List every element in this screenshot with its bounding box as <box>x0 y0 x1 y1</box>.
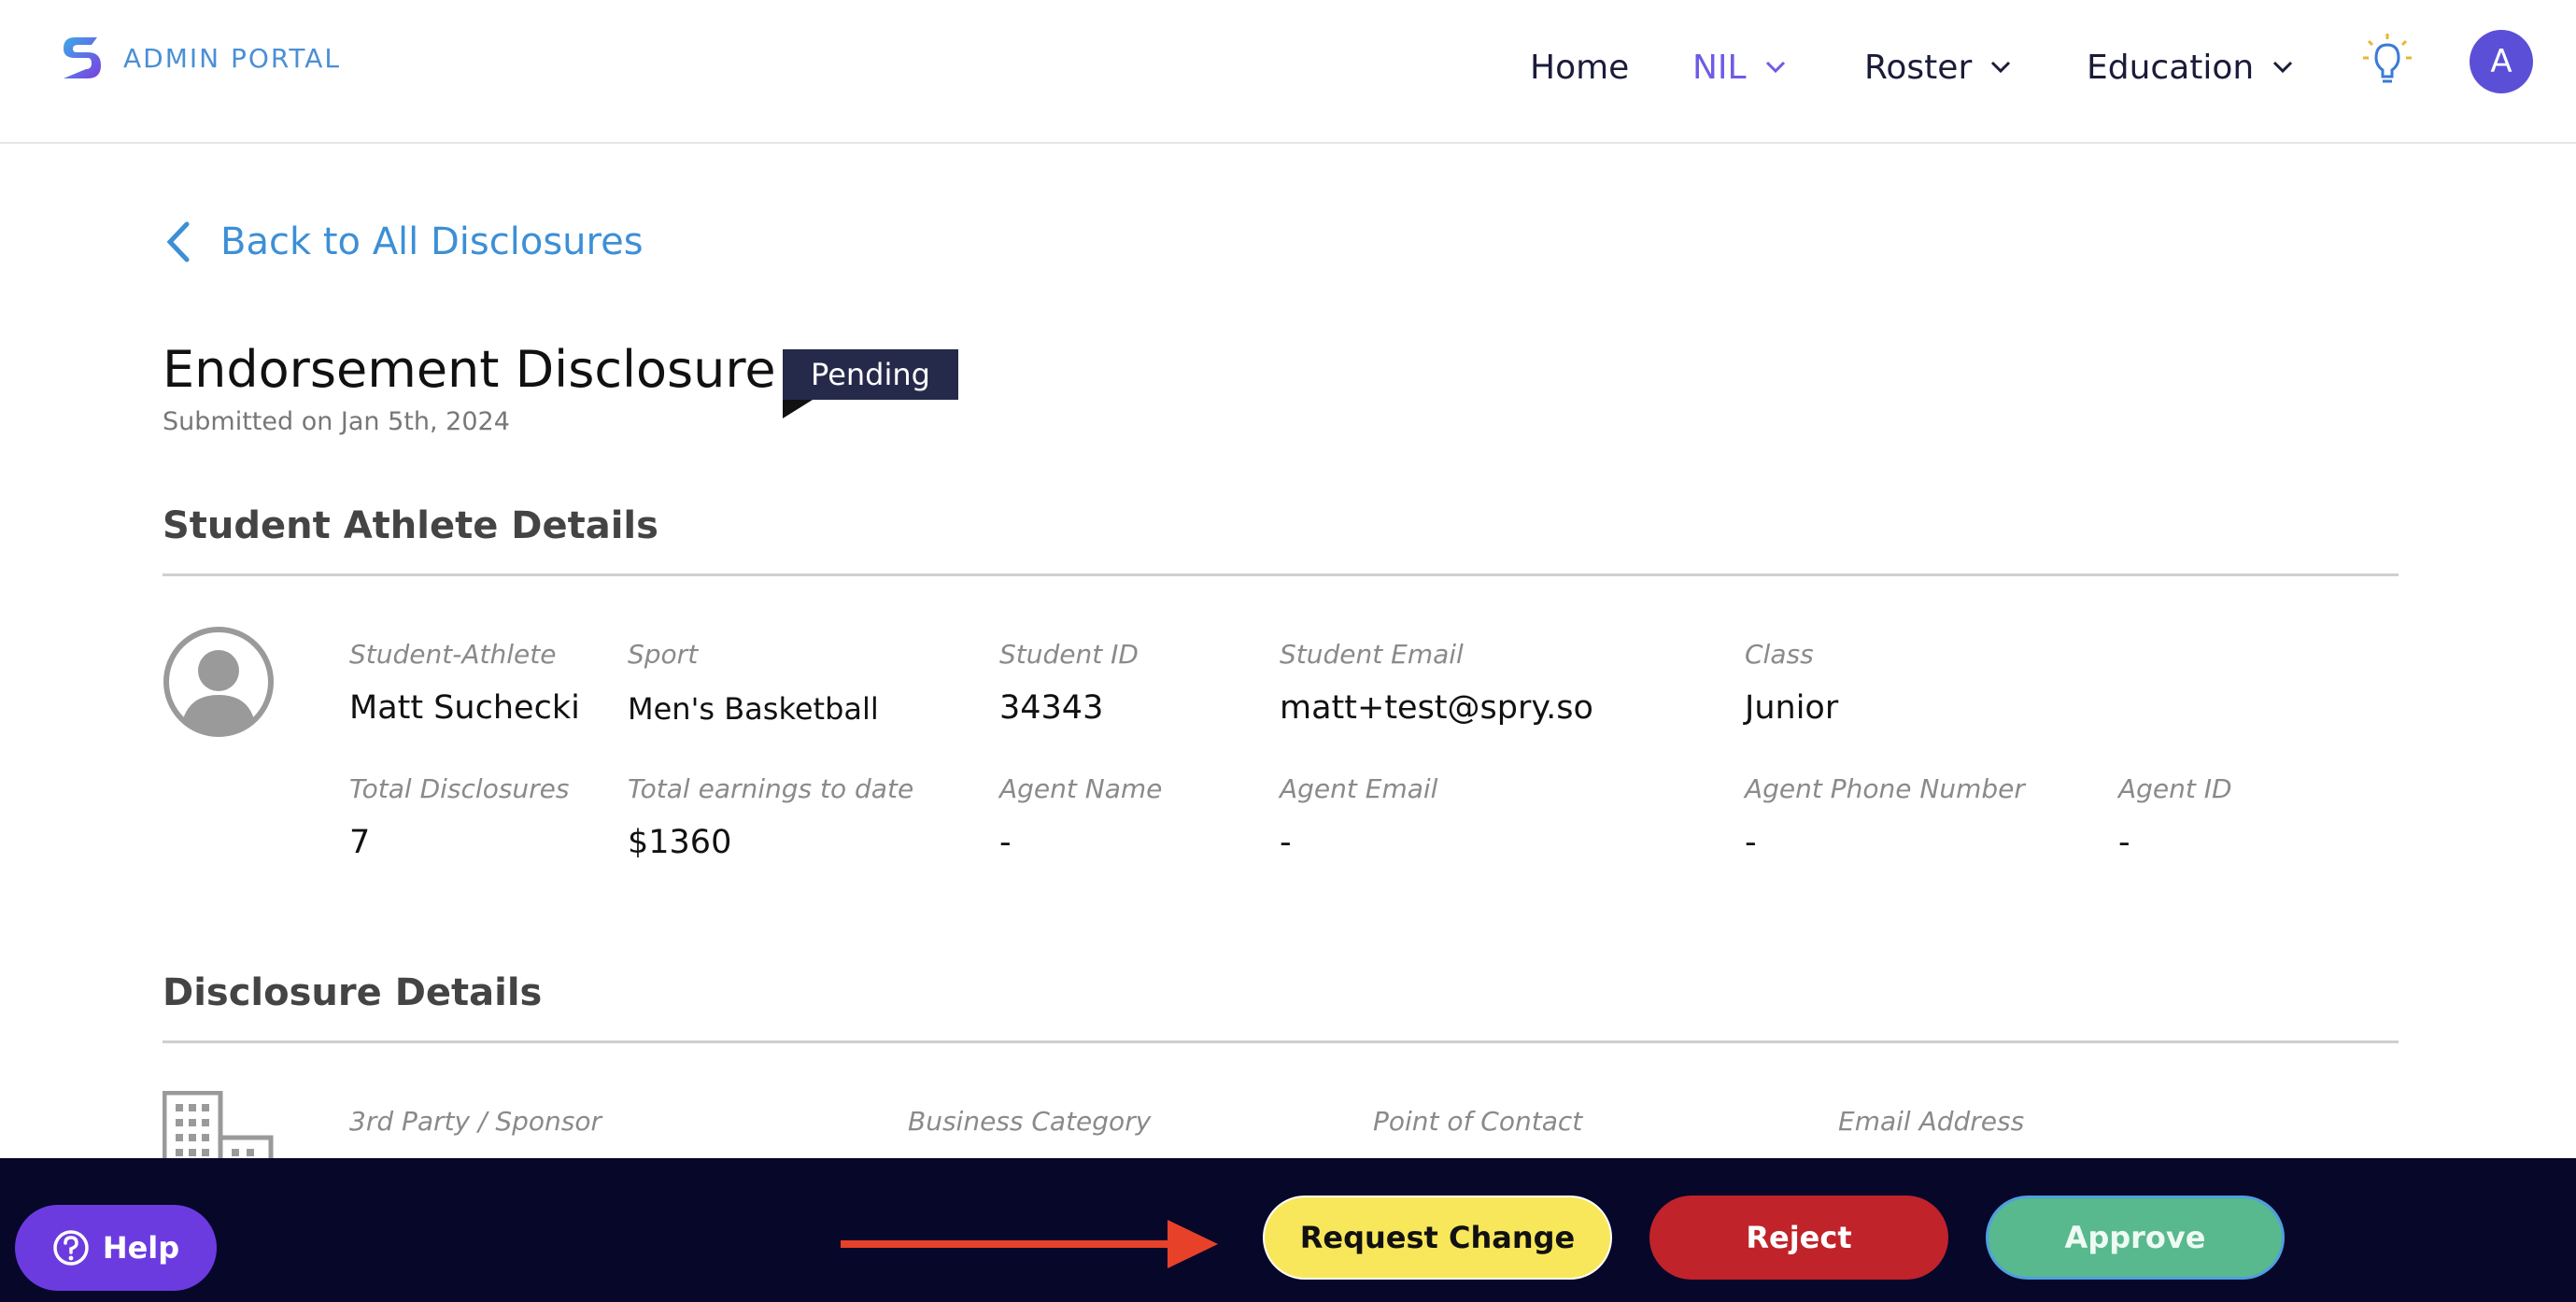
section-divider <box>163 573 2399 576</box>
lightbulb-icon[interactable] <box>2357 32 2417 92</box>
field-value-student-email: matt+test@spry.so <box>1280 689 1593 727</box>
field-value-sport: Men's Basketball <box>628 691 879 727</box>
field-value-class: Junior <box>1745 689 1839 727</box>
status-badge: Pending <box>783 349 958 400</box>
disclosure-details-section-title: Disclosure Details <box>163 971 543 1014</box>
field-label-student-athlete: Student-Athlete <box>349 639 557 670</box>
help-button[interactable]: Help <box>15 1205 217 1291</box>
nav-roster-label: Roster <box>1864 48 1973 87</box>
field-label-email-address: Email Address <box>1838 1106 2025 1137</box>
chevron-down-icon <box>1991 61 2011 74</box>
chevron-down-icon <box>2273 61 2293 74</box>
field-label-agent-email: Agent Email <box>1280 773 1438 804</box>
help-label: Help <box>102 1230 180 1266</box>
arrow-right-icon <box>841 1220 1218 1268</box>
field-label-point-of-contact: Point of Contact <box>1373 1106 1583 1137</box>
building-icon <box>163 1091 274 1158</box>
field-label-student-email: Student Email <box>1280 639 1464 670</box>
student-athlete-section-title: Student Athlete Details <box>163 504 658 547</box>
nav-nil[interactable]: NIL <box>1692 45 1786 90</box>
submitted-date: Submitted on Jan 5th, 2024 <box>163 407 510 436</box>
user-avatar-icon <box>163 627 274 737</box>
nav-home-label: Home <box>1530 48 1630 87</box>
field-label-total-earnings: Total earnings to date <box>628 773 914 804</box>
field-label-business-category: Business Category <box>908 1106 1152 1137</box>
chevron-left-icon <box>166 221 190 262</box>
nav-home[interactable]: Home <box>1530 45 1629 90</box>
field-label-sponsor: 3rd Party / Sponsor <box>349 1106 602 1137</box>
field-value-agent-id: - <box>2118 824 2130 861</box>
field-label-class: Class <box>1745 639 1814 670</box>
field-value-total-earnings: $1360 <box>628 824 732 861</box>
back-to-all-disclosures-link[interactable]: Back to All Disclosures <box>164 220 644 263</box>
logo-text: ADMIN PORTAL <box>123 42 342 74</box>
nav-nil-label: NIL <box>1692 48 1747 87</box>
help-icon <box>53 1230 89 1266</box>
reject-button[interactable]: Reject <box>1649 1196 1948 1280</box>
nav-roster[interactable]: Roster <box>1864 45 2011 90</box>
user-avatar[interactable]: A <box>2470 30 2533 93</box>
nav-education[interactable]: Education <box>2087 45 2293 90</box>
nav-education-label: Education <box>2087 48 2255 87</box>
section-divider <box>163 1040 2399 1043</box>
request-change-button[interactable]: Request Change <box>1263 1196 1612 1280</box>
field-value-agent-email: - <box>1280 824 1292 861</box>
back-link-label: Back to All Disclosures <box>220 220 644 263</box>
field-value-student-id: 34343 <box>999 689 1104 727</box>
logo[interactable]: ADMIN PORTAL <box>60 34 341 82</box>
field-label-agent-phone: Agent Phone Number <box>1745 773 2025 804</box>
field-value-student-athlete: Matt Suchecki <box>349 689 580 727</box>
field-label-student-id: Student ID <box>999 639 1139 670</box>
field-label-sport: Sport <box>628 639 699 670</box>
field-label-agent-id: Agent ID <box>2118 773 2232 804</box>
approve-button[interactable]: Approve <box>1986 1196 2285 1280</box>
chevron-down-icon <box>1765 61 1785 74</box>
field-value-agent-phone: - <box>1745 824 1757 861</box>
field-label-agent-name: Agent Name <box>999 773 1163 804</box>
page-title: Endorsement Disclosure <box>163 340 776 399</box>
field-value-total-disclosures: 7 <box>349 824 371 861</box>
field-label-total-disclosures: Total Disclosures <box>349 773 570 804</box>
field-value-agent-name: - <box>999 824 1012 861</box>
top-navbar: ADMIN PORTAL Home NIL Roster Education A <box>0 0 2576 144</box>
status-badge-tail <box>783 400 813 418</box>
logo-icon <box>64 37 101 78</box>
